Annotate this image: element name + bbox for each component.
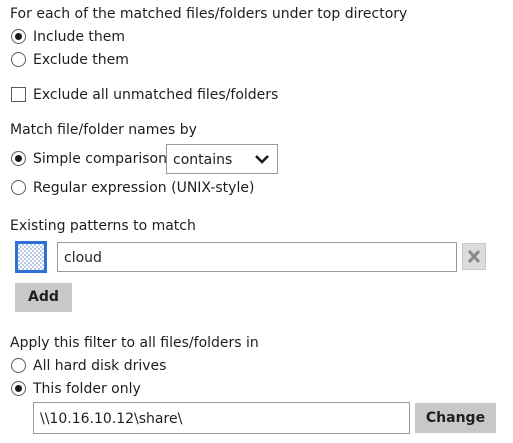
radio-dot: [15, 33, 22, 40]
regex-radio[interactable]: [11, 180, 26, 195]
radio-dot: [15, 155, 22, 162]
include-them-label[interactable]: Include them: [33, 28, 125, 46]
remove-pattern-button[interactable]: [462, 243, 486, 270]
pattern-icon: [15, 241, 47, 273]
folder-path-value: \\10.16.10.12\share\: [40, 411, 183, 427]
simple-comparison-radio[interactable]: [11, 151, 26, 166]
exclude-them-label[interactable]: Exclude them: [33, 51, 129, 69]
pattern-input[interactable]: cloud: [57, 242, 457, 272]
simple-comparison-label[interactable]: Simple comparison: [33, 150, 167, 168]
matched-heading: For each of the matched files/folders un…: [10, 6, 408, 22]
comparison-select[interactable]: contains: [166, 144, 278, 174]
comparison-select-value: contains: [173, 152, 233, 168]
folder-path-input[interactable]: \\10.16.10.12\share\: [33, 402, 410, 434]
this-folder-label[interactable]: This folder only: [33, 380, 141, 398]
this-folder-radio[interactable]: [11, 381, 26, 396]
checkered-pattern-icon: [18, 244, 44, 270]
exclude-them-radio[interactable]: [11, 52, 26, 67]
regex-label[interactable]: Regular expression (UNIX-style): [33, 179, 254, 197]
exclude-unmatched-checkbox[interactable]: [11, 87, 26, 102]
include-them-radio[interactable]: [11, 29, 26, 44]
match-by-heading: Match file/folder names by: [10, 122, 197, 138]
radio-dot: [15, 385, 22, 392]
chevron-down-icon: [255, 155, 269, 164]
change-folder-button[interactable]: Change: [415, 403, 496, 433]
close-icon: [467, 249, 481, 264]
add-pattern-button[interactable]: Add: [15, 283, 72, 312]
patterns-heading: Existing patterns to match: [10, 218, 196, 234]
pattern-value: cloud: [64, 250, 102, 266]
apply-heading: Apply this filter to all files/folders i…: [10, 335, 259, 351]
all-drives-radio[interactable]: [11, 358, 26, 373]
exclude-unmatched-label[interactable]: Exclude all unmatched files/folders: [33, 86, 278, 104]
all-drives-label[interactable]: All hard disk drives: [33, 357, 166, 375]
